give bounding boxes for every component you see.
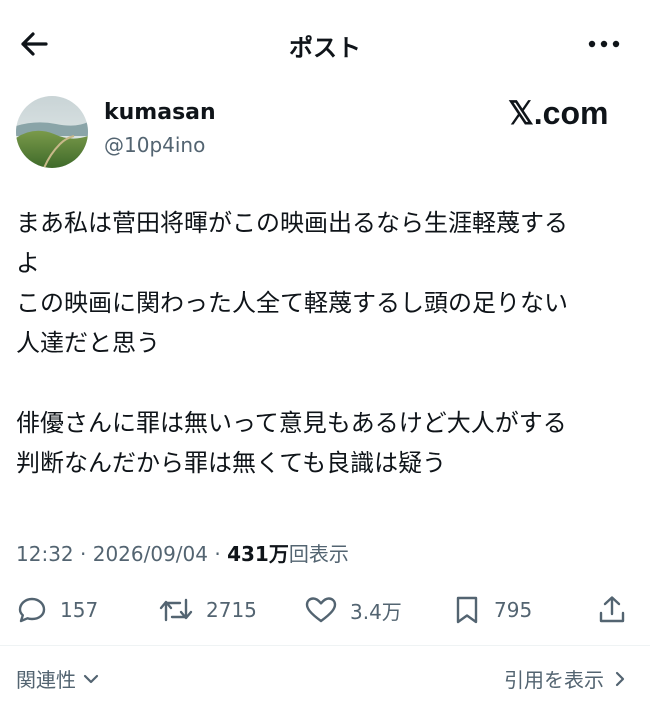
post-meta: 12:32 · 2026/09/04 · 431万回表示 [16, 538, 349, 567]
sort-dropdown[interactable]: 関連性 [16, 664, 102, 693]
heart-icon [305, 597, 337, 623]
meta-separator: · [80, 542, 87, 566]
repost-count: 2715 [206, 598, 257, 622]
author-display-name[interactable]: kumasan [104, 100, 216, 125]
brand-watermark: 𝕏.com [508, 95, 609, 131]
bookmark-count: 795 [494, 598, 533, 622]
post-line: 俳優さんに罪は無いって意見もあるけど大人がする [16, 409, 567, 437]
sort-label: 関連性 [16, 668, 76, 692]
meta-separator: · [214, 542, 221, 566]
action-bar: 157 2715 3.4万 795 [0, 588, 650, 632]
view-quotes-label: 引用を表示 [504, 668, 604, 692]
bookmark-button[interactable]: 795 [452, 588, 532, 632]
reply-button[interactable]: 157 [16, 588, 98, 632]
view-quotes-link[interactable]: 引用を表示 [504, 664, 630, 693]
divider [0, 645, 650, 646]
post-line: よ [16, 249, 40, 277]
bookmark-icon [456, 596, 478, 624]
author-handle[interactable]: @10p4ino [104, 133, 205, 157]
post-text: まあ私は菅田将暉がこの映画出るなら生涯軽蔑する よ この映画に関わった人全て軽蔑… [16, 203, 634, 483]
post-line: 人達だと思う [16, 329, 160, 357]
post-line: 判断なんだから罪は無くても良識は疑う [16, 449, 447, 477]
share-button[interactable] [596, 588, 628, 632]
repost-button[interactable]: 2715 [158, 588, 257, 632]
post-line: まあ私は菅田将暉がこの映画出るなら生涯軽蔑する [16, 209, 568, 237]
like-button[interactable]: 3.4万 [304, 588, 402, 632]
post-time[interactable]: 12:32 [16, 542, 74, 566]
views-count: 431万 [227, 542, 289, 566]
more-options-button[interactable] [584, 26, 624, 62]
more-horizontal-icon [588, 40, 620, 48]
repost-icon [159, 598, 193, 622]
reply-count: 157 [60, 598, 99, 622]
top-bar: ポスト [0, 0, 650, 88]
views-label: 回表示 [288, 542, 349, 566]
post-line-blank [16, 363, 634, 403]
like-count: 3.4万 [350, 599, 402, 624]
post-line: この映画に関わった人全て軽蔑するし頭の足りない [16, 289, 568, 317]
avatar[interactable] [16, 96, 88, 168]
share-icon [599, 596, 625, 623]
chevron-down-icon [83, 674, 99, 683]
reply-icon [18, 597, 46, 623]
chevron-right-icon [615, 671, 625, 686]
page-title: ポスト [289, 34, 361, 62]
post-date[interactable]: 2026/09/04 [93, 542, 208, 566]
avatar-image [16, 96, 88, 168]
